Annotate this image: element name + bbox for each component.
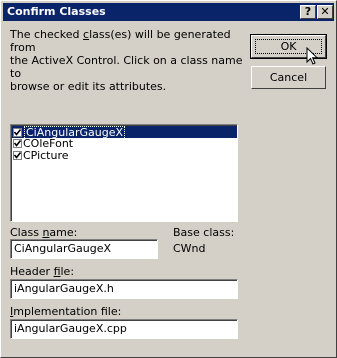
cancel-label: Cancel bbox=[269, 71, 308, 84]
checkbox[interactable] bbox=[13, 128, 22, 137]
checkmark-icon bbox=[13, 140, 22, 147]
confirm-classes-dialog: Confirm Classes ? ✕ The checked class(es… bbox=[0, 0, 337, 358]
implementation-file-field[interactable]: iAngularGaugeX.cpp bbox=[10, 319, 238, 339]
checkbox[interactable] bbox=[13, 151, 22, 160]
window-title: Confirm Classes bbox=[7, 5, 106, 18]
checkbox[interactable] bbox=[13, 139, 22, 148]
checkmark-icon bbox=[13, 129, 22, 136]
cancel-button[interactable]: Cancel bbox=[251, 66, 326, 89]
title-bar[interactable]: Confirm Classes ? ✕ bbox=[3, 3, 334, 21]
class-name-field[interactable]: CiAngularGaugeX bbox=[10, 239, 158, 259]
close-button[interactable]: ✕ bbox=[317, 5, 333, 19]
class-name-label: Class name: bbox=[10, 226, 78, 239]
header-file-field[interactable]: iAngularGaugeX.h bbox=[10, 279, 238, 299]
description-text: The checked class(es) will be generated … bbox=[10, 28, 243, 93]
class-list-inner: CiAngularGaugeX COleFont CPicture bbox=[11, 125, 237, 221]
header-file-value: iAngularGaugeX.h bbox=[11, 280, 237, 298]
class-name-value: CiAngularGaugeX bbox=[11, 240, 157, 258]
class-list[interactable]: CiAngularGaugeX COleFont CPicture bbox=[10, 124, 238, 222]
mouse-pointer-icon bbox=[306, 47, 319, 65]
implementation-file-value: iAngularGaugeX.cpp bbox=[11, 320, 237, 338]
help-button[interactable]: ? bbox=[300, 5, 316, 19]
header-file-label: Header file: bbox=[10, 265, 75, 278]
class-list-item-label: CPicture bbox=[23, 149, 69, 162]
base-class-value: CWnd bbox=[173, 242, 206, 255]
implementation-file-label: Implementation file: bbox=[10, 305, 122, 318]
base-class-label: Base class: bbox=[173, 226, 235, 239]
checkmark-icon bbox=[13, 152, 22, 159]
class-list-item[interactable]: CPicture bbox=[12, 150, 237, 162]
